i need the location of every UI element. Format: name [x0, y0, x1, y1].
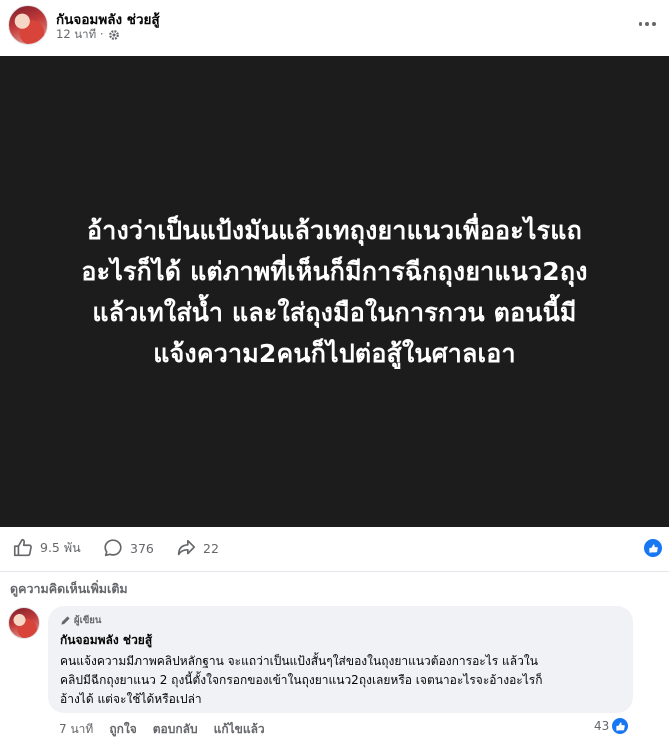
comment-like-button[interactable]: ถูกใจ: [109, 720, 136, 739]
view-more-comments-link[interactable]: ดูความคิดเห็นเพิ่มเติม: [10, 579, 128, 599]
divider: [0, 571, 669, 572]
comment-time[interactable]: 7 นาที: [59, 720, 93, 739]
pencil-icon: [61, 616, 70, 625]
comment-reaction-count: 43: [594, 719, 610, 733]
comment-text: คนแจ้งความมีภาพคลิปหลักฐาน จะแถว่าเป็นแป…: [60, 654, 543, 706]
more-icon[interactable]: [637, 14, 657, 34]
like-count: 9.5 พัน: [40, 540, 81, 555]
share-button[interactable]: 22: [175, 537, 219, 559]
like-button[interactable]: 9.5 พัน: [12, 537, 81, 559]
comment-footer: 7 นาที ถูกใจ ตอบกลับ แก้ไขแล้ว: [59, 720, 265, 739]
comment-reply-button[interactable]: ตอบกลับ: [153, 720, 198, 739]
share-icon: [177, 539, 196, 556]
share-count: 22: [203, 540, 219, 556]
post-actions-bar: 9.5 พัน 376 22: [0, 527, 669, 571]
comment-reactions[interactable]: 43: [594, 718, 629, 734]
post-meta: 12 นาที ·: [56, 26, 120, 44]
like-icon: [13, 538, 32, 557]
comment-icon: [104, 539, 122, 557]
thumbs-up-reaction-icon[interactable]: [644, 539, 662, 557]
author-avatar[interactable]: [8, 5, 48, 45]
post-header: กันจอมพลัง ช่วยสู้ 12 นาที ·: [0, 0, 669, 56]
post-image-text: อ้างว่าเป็นแป้งมันแล้วเทถุงยาแนวเพื่ออะไ…: [81, 215, 588, 368]
comment-button[interactable]: 376: [102, 537, 154, 559]
thumbs-up-reaction-icon: [612, 718, 629, 734]
commenter-avatar[interactable]: [8, 607, 40, 639]
comment-edited-label[interactable]: แก้ไขแล้ว: [214, 720, 265, 739]
comment-author-name[interactable]: กันจอมพลัง ช่วยสู้: [60, 631, 621, 650]
gear-icon: [108, 29, 120, 41]
author-badge: ผู้เขียน: [60, 613, 621, 628]
post-image[interactable]: อ้างว่าเป็นแป้งมันแล้วเทถุงยาแนวเพื่ออะไ…: [0, 56, 669, 527]
post-time[interactable]: 12 นาที ·: [56, 26, 104, 44]
comment-count: 376: [130, 540, 154, 556]
author-badge-label: ผู้เขียน: [74, 615, 102, 626]
comment-bubble: ผู้เขียน กันจอมพลัง ช่วยสู้ คนแจ้งความมี…: [48, 606, 633, 713]
